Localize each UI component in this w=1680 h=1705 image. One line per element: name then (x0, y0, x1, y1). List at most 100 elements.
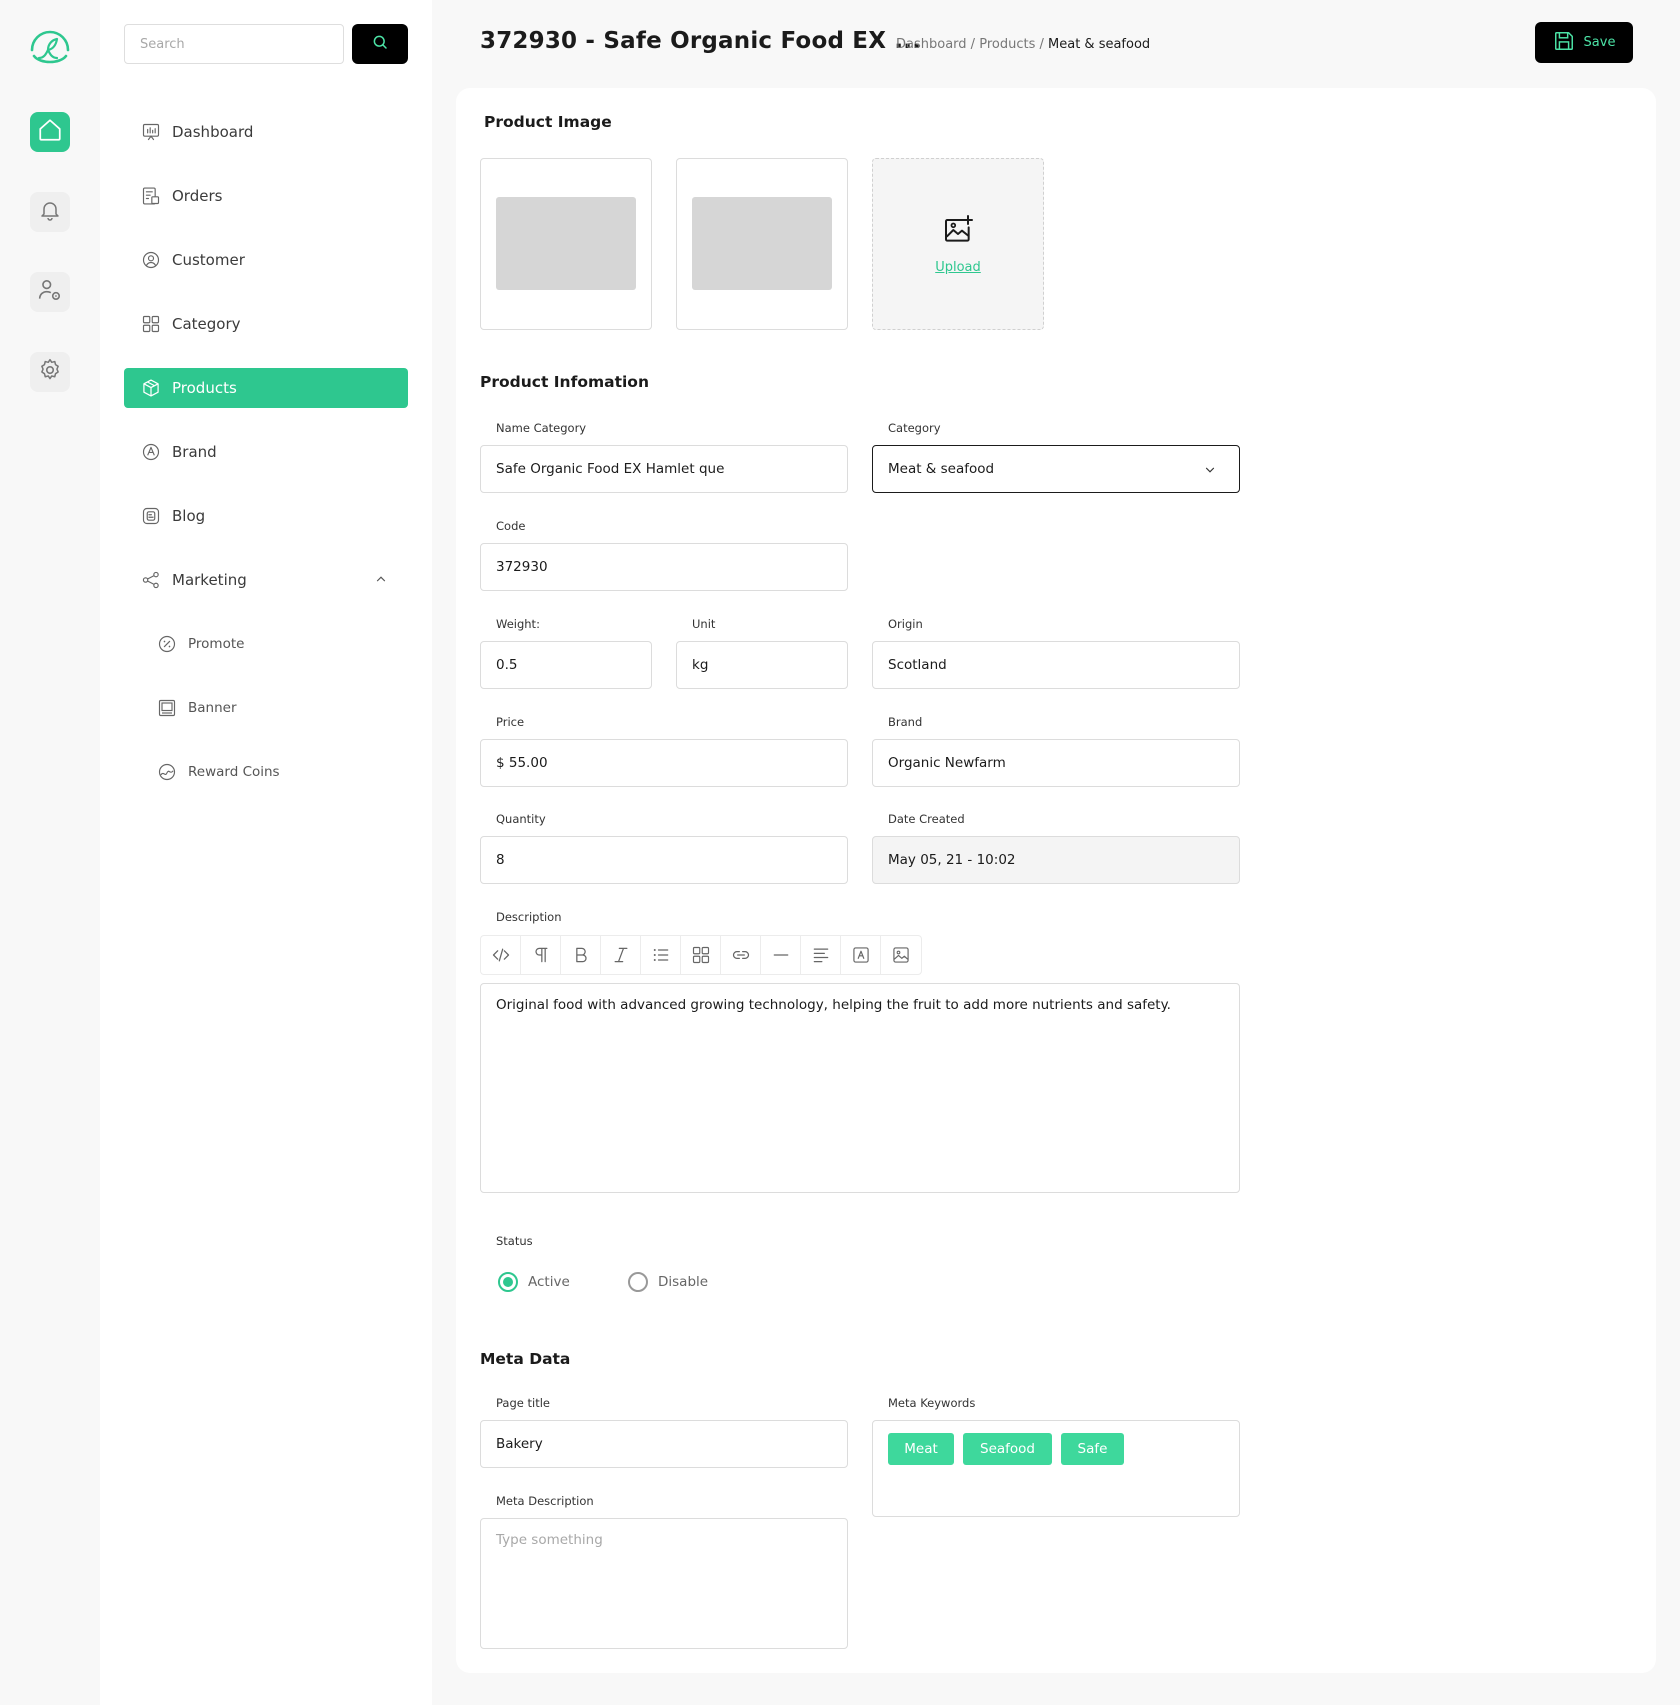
quantity-input[interactable] (480, 836, 848, 884)
rail-settings-button[interactable] (30, 352, 70, 392)
keyword-tag[interactable]: Safe (1061, 1433, 1124, 1465)
category-icon (140, 313, 162, 335)
meta-description-label: Meta Description (496, 1494, 594, 1508)
product-image-2[interactable] (676, 158, 848, 330)
sidebar-item-label: Products (172, 379, 237, 397)
bold-icon[interactable] (561, 936, 601, 974)
code-input[interactable] (480, 543, 848, 591)
weight-input[interactable] (480, 641, 652, 689)
sidebar-item-label: Reward Coins (188, 764, 280, 780)
paragraph-icon[interactable] (521, 936, 561, 974)
sidebar-item-reward-coins[interactable]: Reward Coins (124, 752, 408, 792)
brand-label: Brand (888, 715, 923, 729)
sidebar-item-products[interactable]: Products (124, 368, 408, 408)
breadcrumb-dashboard[interactable]: Dashboard (896, 37, 967, 52)
grid-icon[interactable] (681, 936, 721, 974)
page-title: 372930 - Safe Organic Food EX ... (480, 28, 922, 54)
category-select[interactable]: Meat & seafood (872, 445, 1240, 493)
sidebar-item-brand[interactable]: Brand (124, 432, 408, 472)
rail-home-button[interactable] (30, 112, 70, 152)
divider-icon[interactable] (761, 936, 801, 974)
align-icon[interactable] (801, 936, 841, 974)
home-icon (37, 117, 63, 147)
name-category-input[interactable] (480, 445, 848, 493)
breadcrumb-products[interactable]: Products (979, 37, 1035, 52)
rail-notifications-button[interactable] (30, 192, 70, 232)
origin-label: Origin (888, 617, 923, 631)
user-gear-icon (37, 277, 63, 307)
bell-icon (38, 198, 62, 226)
editor-toolbar (480, 935, 922, 975)
list-icon[interactable] (641, 936, 681, 974)
customer-icon (140, 249, 162, 271)
image-placeholder (496, 197, 636, 290)
promote-icon (156, 633, 178, 655)
chevron-down-icon (1203, 463, 1217, 481)
gear-icon (37, 357, 63, 387)
description-textarea[interactable]: Original food with advanced growing tech… (480, 983, 1240, 1193)
sidebar-item-label: Banner (188, 700, 237, 716)
page-title-input[interactable] (480, 1420, 848, 1468)
status-disable-radio[interactable]: Disable (628, 1272, 708, 1292)
unit-input[interactable] (676, 641, 848, 689)
sidebar-item-label: Marketing (172, 571, 247, 589)
product-image-1[interactable] (480, 158, 652, 330)
upload-link[interactable]: Upload (935, 260, 981, 275)
meta-keywords-label: Meta Keywords (888, 1396, 976, 1410)
dashboard-icon (140, 121, 162, 143)
sidebar-item-label: Category (172, 315, 241, 333)
italic-icon[interactable] (601, 936, 641, 974)
image-placeholder (692, 197, 832, 290)
sidebar-item-dashboard[interactable]: Dashboard (124, 112, 408, 152)
banner-icon (156, 697, 178, 719)
code-label: Code (496, 519, 526, 533)
keyword-tag[interactable]: Seafood (963, 1433, 1052, 1465)
search-button[interactable] (352, 24, 408, 64)
link-icon[interactable] (721, 936, 761, 974)
product-information-title: Product Infomation (480, 373, 649, 391)
sidebar-item-label: Orders (172, 187, 223, 205)
search-input[interactable] (124, 24, 344, 64)
brand-icon (140, 441, 162, 463)
page-title-label: Page title (496, 1396, 550, 1410)
status-disable-label: Disable (658, 1274, 709, 1290)
floppy-disk-icon (1553, 30, 1584, 56)
unit-label: Unit (692, 617, 716, 631)
date-created-field (872, 836, 1240, 884)
brand-input[interactable] (872, 739, 1240, 787)
weight-label: Weight: (496, 617, 540, 631)
rail-user-settings-button[interactable] (30, 272, 70, 312)
price-input[interactable] (480, 739, 848, 787)
breadcrumb-current: Meat & seafood (1048, 37, 1151, 52)
reward-coins-icon (156, 761, 178, 783)
meta-description-textarea[interactable] (480, 1518, 848, 1649)
status-active-radio[interactable]: Active (498, 1272, 570, 1292)
sidebar-item-marketing[interactable]: Marketing (124, 560, 408, 600)
search-icon (371, 33, 389, 55)
code-icon[interactable] (481, 936, 521, 974)
sidebar-item-banner[interactable]: Banner (124, 688, 408, 728)
logo-icon[interactable] (26, 24, 74, 72)
text-color-icon[interactable] (841, 936, 881, 974)
chevron-up-icon[interactable] (374, 572, 388, 590)
products-icon (140, 377, 162, 399)
sidebar-item-customer[interactable]: Customer (124, 240, 408, 280)
sidebar-item-promote[interactable]: Promote (124, 624, 408, 664)
sidebar: Dashboard Orders Customer Category Produ… (100, 0, 432, 1705)
sidebar-item-label: Promote (188, 636, 245, 652)
price-label: Price (496, 715, 525, 729)
keyword-tag[interactable]: Meat (888, 1433, 954, 1465)
meta-keywords-input[interactable]: Meat Seafood Safe (872, 1420, 1240, 1517)
origin-input[interactable] (872, 641, 1240, 689)
sidebar-item-label: Brand (172, 443, 217, 461)
upload-dropzone[interactable]: Upload (872, 158, 1044, 330)
name-category-label: Name Category (496, 421, 587, 435)
image-icon[interactable] (881, 936, 921, 974)
save-button[interactable]: Save (1535, 22, 1633, 63)
sidebar-item-blog[interactable]: Blog (124, 496, 408, 536)
date-created-label: Date Created (888, 812, 965, 826)
meta-data-title: Meta Data (480, 1350, 571, 1368)
sidebar-item-orders[interactable]: Orders (124, 176, 408, 216)
sidebar-item-category[interactable]: Category (124, 304, 408, 344)
orders-icon (140, 185, 162, 207)
